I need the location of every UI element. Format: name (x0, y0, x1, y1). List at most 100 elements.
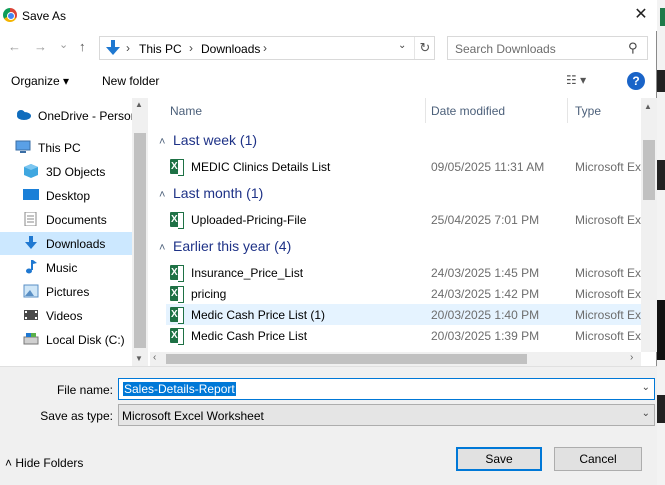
horizontal-scroll-thumb[interactable] (166, 354, 527, 364)
file-type: Microsoft Excel Worksheet (575, 308, 641, 322)
file-name-field[interactable]: Sales-Details-Report ⌄ (118, 378, 655, 400)
chrome-icon (3, 8, 17, 22)
new-folder-button[interactable]: New folder (102, 74, 159, 88)
file-type: Microsoft Excel Worksheet (575, 287, 641, 301)
sidebar-item-label: Pictures (46, 285, 90, 299)
file-date: 09/05/2025 11:31 AM (431, 160, 545, 174)
excel-file-icon (170, 307, 184, 324)
address-bar[interactable]: › This PC › Downloads › ⌄ ↻ (99, 36, 435, 60)
group-header-last-month[interactable]: ˄ Last month (1) (159, 185, 263, 201)
column-divider[interactable] (425, 98, 426, 123)
file-row[interactable]: Insurance_Price_List 24/03/2025 1:45 PM … (166, 262, 641, 283)
documents-icon (24, 212, 37, 226)
file-name: pricing (191, 287, 227, 301)
recent-locations-dropdown[interactable]: ⌄ (59, 38, 68, 51)
cancel-button[interactable]: Cancel (554, 447, 642, 471)
file-list: Name Date modified Type ˄ Last week (1) M… (150, 98, 641, 352)
search-icon: ⚲ (628, 40, 638, 55)
sidebar-item-local-disk[interactable]: Local Disk (C:) (0, 328, 132, 351)
sidebar-item-onedrive[interactable]: OneDrive - Person (0, 104, 137, 127)
close-button[interactable]: ✕ (630, 4, 652, 26)
music-icon (26, 260, 37, 274)
chevron-down-icon[interactable]: ⌄ (642, 382, 650, 393)
scroll-left-icon[interactable]: ‹ (153, 352, 156, 363)
forward-button[interactable]: → (34, 39, 47, 54)
column-header-type[interactable]: Type (575, 98, 641, 123)
sidebar-item-pictures[interactable]: Pictures (0, 280, 132, 303)
cloud-icon (17, 110, 31, 120)
back-button[interactable]: ← (8, 39, 21, 54)
sidebar-item-downloads[interactable]: Downloads (0, 232, 132, 255)
view-options-button[interactable]: ☷ ▾ (566, 73, 586, 87)
file-type: Microsoft Excel Worksheet (575, 160, 641, 174)
command-bar: Organize ▾ New folder ☷ ▾ ? (0, 66, 657, 96)
computer-icon (15, 140, 31, 153)
excel-file-icon (170, 328, 184, 345)
sidebar-item-this-pc[interactable]: This PC (0, 136, 124, 159)
hide-folders-button[interactable]: ˄ Hide Folders (5, 456, 83, 470)
save-button[interactable]: Save (456, 447, 542, 471)
group-header-earlier-this-year[interactable]: ˄ Earlier this year (4) (159, 238, 291, 254)
sidebar-item-label: Videos (46, 309, 83, 323)
help-button[interactable]: ? (627, 72, 645, 90)
save-as-type-label: Save as type: (40, 409, 113, 423)
sidebar-item-videos[interactable]: Videos (0, 304, 132, 327)
sidebar-item-label: OneDrive - Person (38, 109, 138, 123)
scroll-up-icon[interactable]: ▲ (135, 100, 143, 109)
sidebar-item-label: Local Disk (C:) (46, 333, 125, 347)
group-header-last-week[interactable]: ˄ Last week (1) (159, 132, 257, 148)
file-row[interactable]: pricing 24/03/2025 1:42 PM Microsoft Exc… (166, 283, 641, 304)
sidebar-item-documents[interactable]: Documents (0, 208, 132, 231)
file-name: Uploaded-Pricing-File (191, 213, 307, 227)
sidebar-scroll-thumb[interactable] (134, 133, 146, 348)
column-date-label: Date modified (431, 104, 506, 118)
scroll-right-icon[interactable]: › (630, 352, 633, 363)
breadcrumb-separator-icon: › (126, 41, 130, 55)
breadcrumb-separator-icon: › (189, 41, 193, 55)
file-name-label: File name: (56, 383, 113, 397)
column-type-label: Type (575, 104, 602, 118)
sidebar-item-desktop[interactable]: Desktop (0, 184, 132, 207)
scroll-up-icon[interactable]: ▲ (644, 102, 652, 111)
excel-file-icon (170, 286, 184, 303)
file-date: 20/03/2025 1:40 PM (431, 308, 540, 322)
file-list-horizontal-scrollbar[interactable]: ‹ › (150, 352, 641, 366)
column-header-name[interactable]: Name (170, 98, 420, 123)
file-name-value: Sales-Details-Report (123, 382, 236, 396)
up-button[interactable]: ↑ (79, 39, 86, 54)
save-as-type-select[interactable]: Microsoft Excel Worksheet ⌄ (118, 404, 655, 426)
refresh-button[interactable]: ↻ (414, 37, 435, 59)
sidebar-item-3d-objects[interactable]: 3D Objects (0, 160, 132, 183)
breadcrumb-separator-icon: › (263, 41, 267, 55)
search-input[interactable]: Search Downloads ⚲ (447, 36, 648, 60)
chevron-down-icon: ⌄ (641, 408, 650, 419)
disk-icon (23, 333, 39, 345)
file-row[interactable]: Uploaded-Pricing-File 25/04/2025 7:01 PM… (166, 209, 641, 230)
videos-icon (24, 310, 38, 320)
file-name: Medic Cash Price List (1) (191, 308, 326, 322)
file-list-vertical-scrollbar[interactable]: ▲ (641, 98, 657, 352)
sidebar-item-music[interactable]: Music (0, 256, 132, 279)
organize-button[interactable]: Organize ▾ (11, 74, 69, 88)
hide-folders-label: Hide Folders (15, 456, 84, 470)
pictures-icon (23, 284, 39, 298)
save-as-type-value: Microsoft Excel Worksheet (122, 409, 264, 423)
file-date: 24/03/2025 1:42 PM (431, 287, 540, 301)
breadcrumb-downloads[interactable]: Downloads (201, 42, 260, 56)
file-row[interactable]: MEDIC Clinics Details List 09/05/2025 11… (166, 156, 641, 177)
group-label: Last week (1) (173, 132, 258, 148)
excel-file-icon (170, 265, 184, 282)
sidebar-scrollbar[interactable]: ▲ ▼ (132, 98, 148, 366)
breadcrumb-this-pc[interactable]: This PC (139, 42, 182, 56)
vertical-scroll-thumb[interactable] (643, 140, 655, 200)
column-divider[interactable] (567, 98, 568, 123)
column-name-label: Name (170, 104, 203, 118)
column-header-date[interactable]: Date modified (431, 98, 566, 123)
sidebar-item-label: Documents (46, 213, 107, 227)
file-row[interactable]: Medic Cash Price List 20/03/2025 1:39 PM… (166, 325, 641, 346)
download-icon (25, 236, 37, 249)
collapse-chevron-icon: ˄ (159, 136, 166, 148)
scroll-down-icon[interactable]: ▼ (135, 354, 143, 363)
address-dropdown-icon[interactable]: ⌄ (398, 40, 406, 51)
file-row-highlighted[interactable]: Medic Cash Price List (1) 20/03/2025 1:4… (166, 304, 641, 325)
